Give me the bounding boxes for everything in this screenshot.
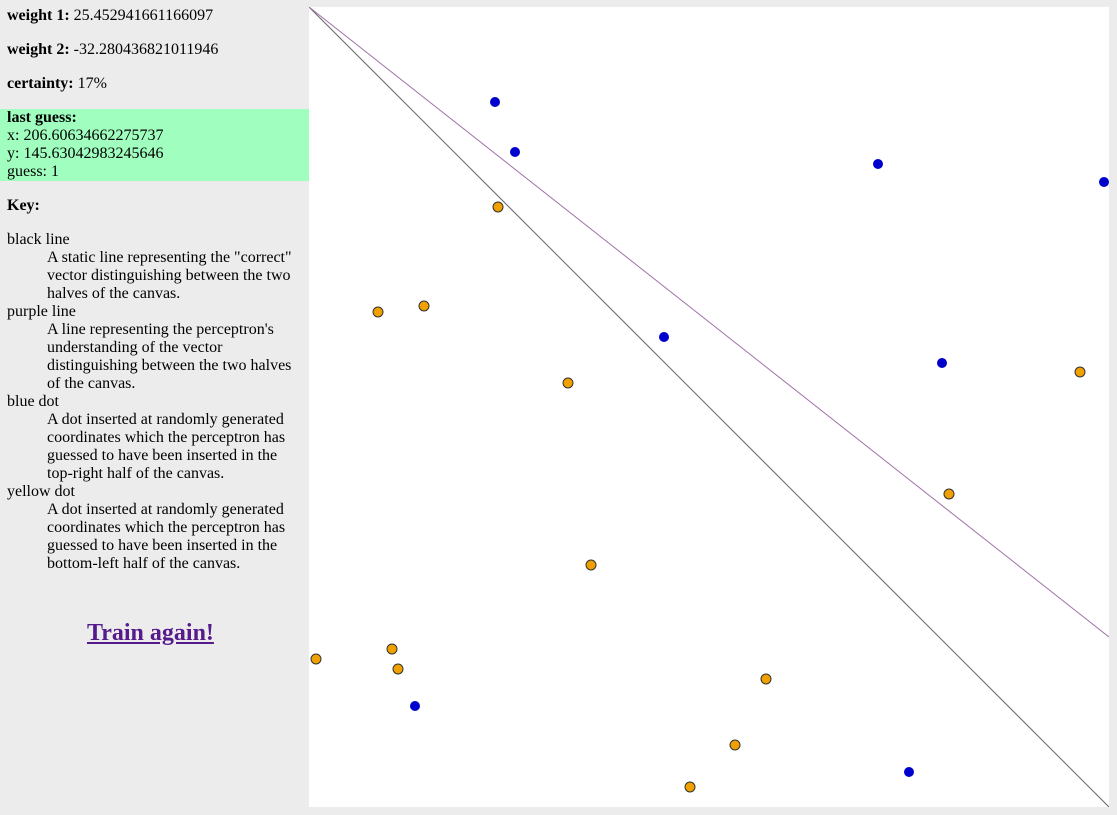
blue-dot [410, 701, 420, 711]
key-title: Key: [7, 197, 40, 214]
train-again-link[interactable]: Train again! [87, 620, 214, 647]
weight1-value: 25.452941661166097 [73, 7, 214, 24]
certainty-stat: certainty: 17% [7, 75, 107, 93]
perceptron-line [309, 7, 1109, 638]
blue-dot [490, 97, 500, 107]
yellow-dot [729, 739, 741, 751]
yellow-dot [418, 300, 430, 312]
yellow-dot [585, 559, 597, 571]
perceptron-plot [309, 7, 1109, 807]
blue-dot [937, 358, 947, 368]
blue-dot [873, 159, 883, 169]
key-term-black-line: black line [7, 231, 70, 248]
key-desc-blue-dot: A dot inserted at randomly generated coo… [47, 411, 286, 482]
last-guess-panel: last guess: x: 206.60634662275737 y: 145… [0, 109, 309, 181]
blue-dot [904, 767, 914, 777]
info-sidebar: weight 1: 25.452941661166097 weight 2: -… [0, 0, 309, 815]
yellow-dot [943, 488, 955, 500]
yellow-dot [386, 643, 398, 655]
yellow-dot [1074, 366, 1086, 378]
yellow-dot [562, 377, 574, 389]
key-term-blue-dot: blue dot [7, 393, 59, 410]
blue-dot [659, 332, 669, 342]
last-guess-y: y: 145.63042983245646 [7, 145, 164, 162]
weight2-value: -32.280436821011946 [73, 41, 219, 58]
yellow-dot [392, 663, 404, 675]
certainty-value: 17% [77, 75, 107, 92]
weight2-label: weight 2: [7, 41, 70, 58]
correct-line [309, 7, 1109, 807]
yellow-dot [492, 201, 504, 213]
perceptron-canvas[interactable] [309, 7, 1109, 807]
key-desc-purple-line: A line representing the perceptron's und… [47, 321, 292, 392]
last-guess-value: guess: 1 [7, 163, 59, 180]
yellow-dot [684, 781, 696, 793]
weight1-stat: weight 1: 25.452941661166097 [7, 7, 213, 25]
key-desc-yellow-dot: A dot inserted at randomly generated coo… [47, 501, 286, 572]
key-desc-black-line: A static line representing the "correct"… [47, 249, 292, 302]
yellow-dot [760, 673, 772, 685]
blue-dot [1099, 177, 1109, 187]
key-term-purple-line: purple line [7, 303, 76, 320]
yellow-dot [372, 306, 384, 318]
weight2-stat: weight 2: -32.280436821011946 [7, 41, 218, 59]
weight1-label: weight 1: [7, 7, 70, 24]
last-guess-title: last guess: [7, 109, 77, 126]
key-term-yellow-dot: yellow dot [7, 483, 75, 500]
certainty-label: certainty: [7, 75, 74, 92]
key-list: black line A static line representing th… [7, 231, 299, 573]
yellow-dot [310, 653, 322, 665]
blue-dot [510, 147, 520, 157]
last-guess-x: x: 206.60634662275737 [7, 127, 164, 144]
